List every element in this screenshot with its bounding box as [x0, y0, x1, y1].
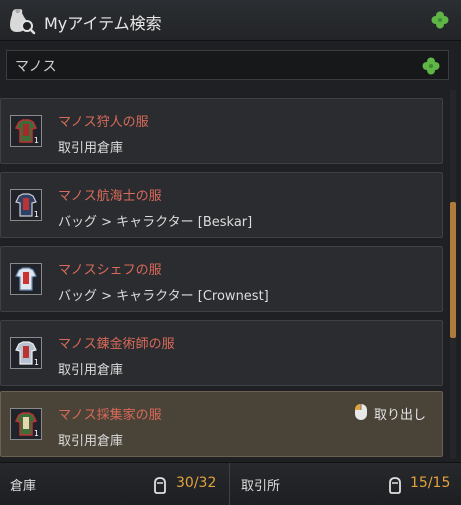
clover-filter-icon[interactable]: [421, 56, 441, 76]
storage-count: 30/32: [176, 475, 217, 491]
market-label: 取引所: [241, 479, 281, 494]
title-bar: Myアイテム検索: [0, 0, 461, 41]
green-outfit-icon: 1: [10, 408, 42, 440]
withdraw-button[interactable]: 取り出し: [354, 402, 432, 423]
scrollbar[interactable]: [450, 90, 456, 458]
item-location: 取引用倉庫: [58, 363, 124, 378]
list-item[interactable]: 1 マノス狩人の服 取引用倉庫: [0, 98, 443, 164]
item-name: マノス航海士の服: [58, 189, 162, 204]
item-name: マノス採集家の服: [58, 408, 162, 423]
silver-outfit-icon: 1: [10, 337, 42, 369]
bag-icon: [389, 477, 401, 494]
mouse-click-icon: [355, 404, 367, 420]
bag-search-icon: [10, 9, 36, 35]
clover-icon[interactable]: [430, 10, 450, 30]
item-list: 1 マノス狩人の服 取引用倉庫 1 マノス航海士の服 バッグ > キャラクター …: [0, 90, 461, 458]
my-item-search-window: Myアイテム検索 マノス 1 マノス狩人の服 取引用倉庫 1 マノス航海士の服 …: [0, 0, 461, 505]
item-quantity: 1: [33, 210, 39, 219]
item-location: バッグ > キャラクター [Beskar]: [58, 215, 253, 230]
item-name: マノス錬金術師の服: [58, 337, 175, 352]
item-location: 取引用倉庫: [58, 141, 124, 156]
item-quantity: 1: [33, 429, 39, 438]
white-outfit-icon: [10, 263, 42, 295]
item-location: 取引用倉庫: [58, 434, 124, 449]
bag-icon: [154, 477, 166, 494]
footer-bar: 倉庫 30/32 取引所 15/15: [0, 462, 461, 505]
search-input[interactable]: マノス: [6, 50, 449, 80]
window-title: Myアイテム検索: [44, 14, 162, 33]
list-item-selected[interactable]: 1 マノス採集家の服 取引用倉庫 取り出し: [0, 391, 443, 457]
list-item[interactable]: 1 マノス航海士の服 バッグ > キャラクター [Beskar]: [0, 172, 443, 238]
withdraw-label[interactable]: 取り出し: [374, 404, 426, 423]
scroll-thumb[interactable]: [450, 202, 456, 338]
item-name: マノスシェフの服: [58, 263, 162, 278]
green-outfit-icon: 1: [10, 115, 42, 147]
item-name: マノス狩人の服: [58, 115, 149, 130]
blue-outfit-icon: 1: [10, 189, 42, 221]
footer-divider: [229, 463, 230, 505]
list-item[interactable]: マノスシェフの服 バッグ > キャラクター [Crownest]: [0, 246, 443, 312]
search-input-value[interactable]: マノス: [15, 56, 57, 76]
item-quantity: 1: [33, 358, 39, 367]
item-location: バッグ > キャラクター [Crownest]: [58, 289, 269, 304]
storage-label: 倉庫: [10, 479, 37, 494]
market-count: 15/15: [410, 475, 451, 491]
list-item[interactable]: 1 マノス錬金術師の服 取引用倉庫: [0, 320, 443, 386]
item-quantity: 1: [33, 136, 39, 145]
